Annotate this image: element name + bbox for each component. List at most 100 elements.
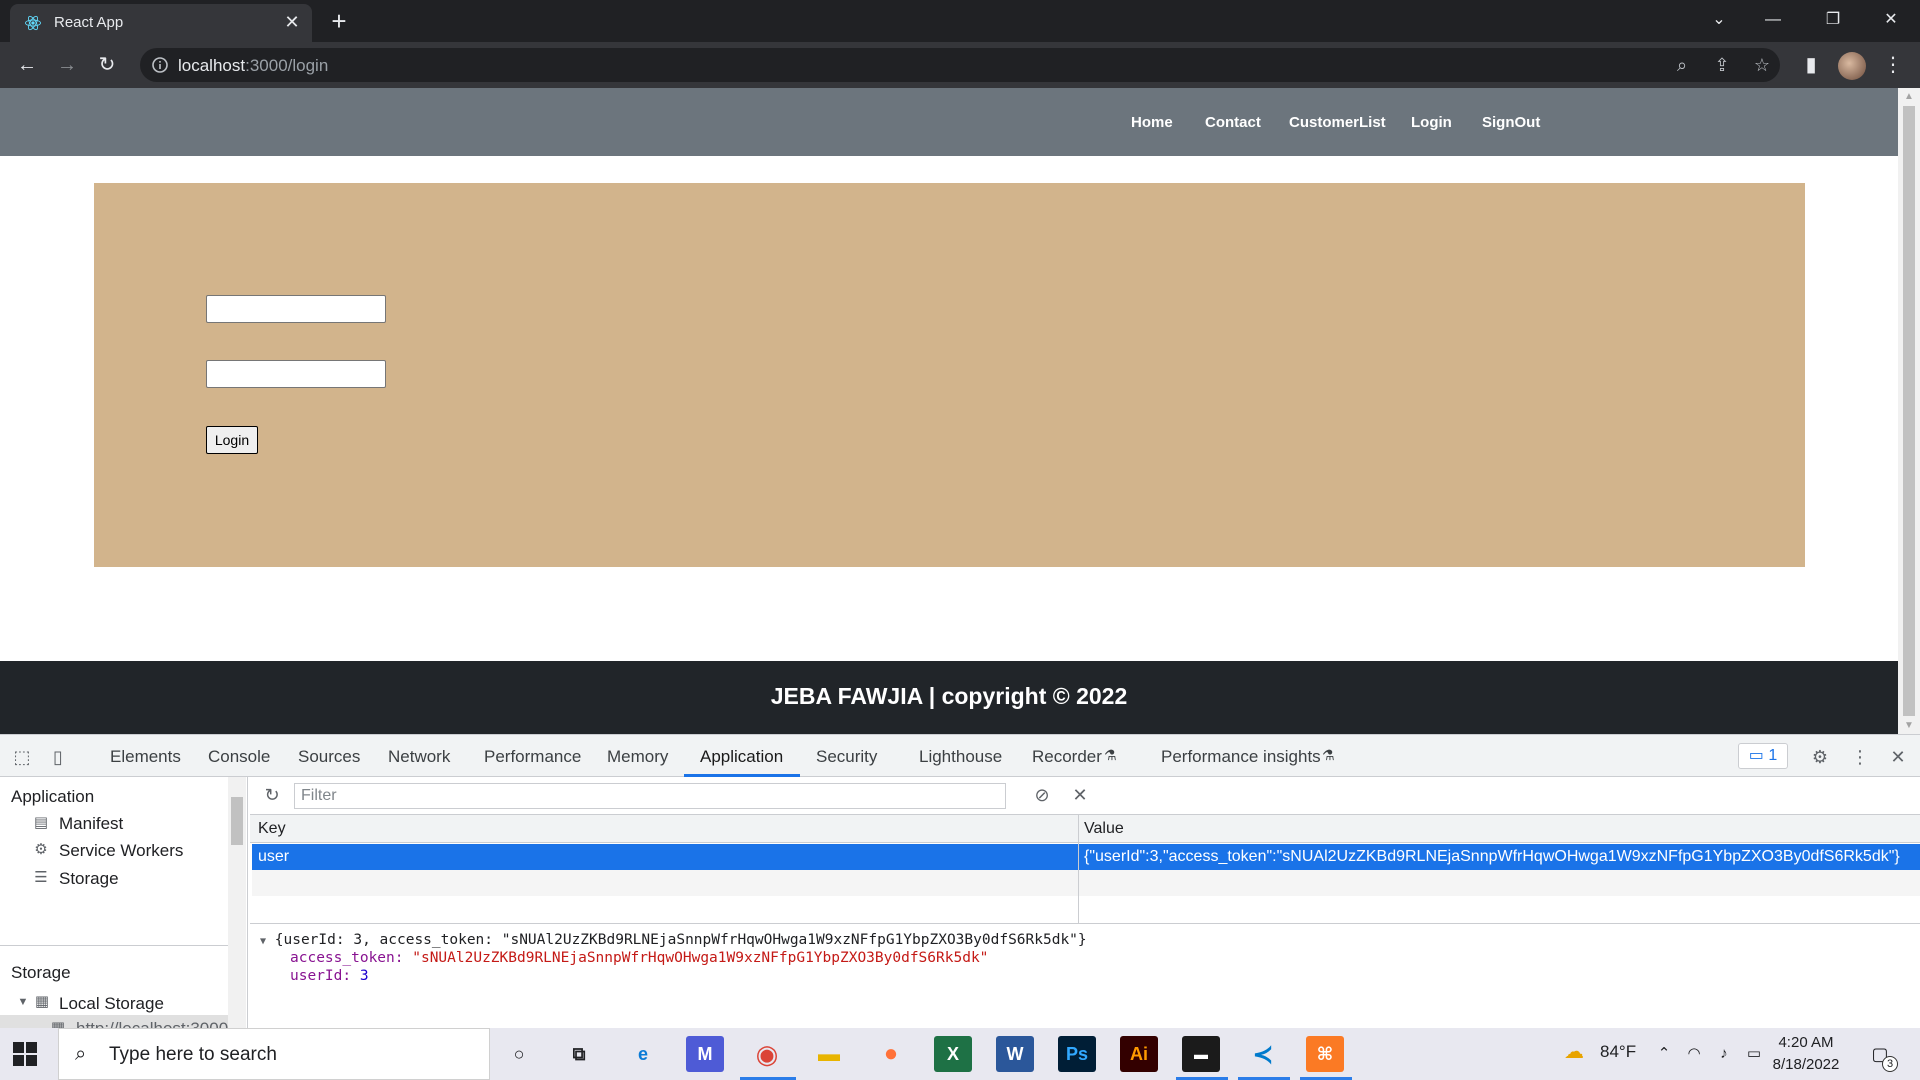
column-divider[interactable] (1078, 815, 1079, 923)
close-window-button[interactable]: ✕ (1868, 0, 1914, 40)
close-devtools-icon[interactable]: ✕ (1886, 745, 1910, 769)
cortana-icon[interactable]: ○ (500, 1036, 538, 1072)
word-icon[interactable]: W (996, 1036, 1034, 1072)
battery-icon[interactable]: ▭ (1744, 1044, 1764, 1064)
edge-icon[interactable]: e (624, 1036, 662, 1072)
tab-application[interactable]: Application (700, 747, 783, 767)
terminal-icon[interactable]: ▬ (1182, 1036, 1220, 1072)
value-preview: ▼ {userId: 3, access_token: "sNUAl2UzZKB… (250, 923, 1920, 1029)
tab-sources[interactable]: Sources (298, 747, 360, 767)
expand-triangle-icon[interactable]: ▼ (14, 993, 32, 1011)
restore-button[interactable]: ❐ (1810, 0, 1856, 40)
site-info-icon[interactable] (150, 55, 170, 75)
clock-time[interactable]: 4:20 AM (1774, 1034, 1838, 1051)
zoom-icon[interactable]: ⌕ (1672, 55, 1692, 75)
issues-badge[interactable]: ▭ 1 (1738, 743, 1788, 769)
address-bar[interactable]: localhost:3000/login ⌕ ⇪ ☆ (140, 48, 1780, 82)
chrome-icon[interactable]: ◉ (748, 1036, 786, 1072)
tab-console[interactable]: Console (208, 747, 270, 767)
filter-input[interactable] (294, 783, 1006, 809)
firefox-icon[interactable]: ● (872, 1036, 910, 1072)
reload-icon[interactable]: ↻ (94, 52, 120, 78)
new-tab-button[interactable]: + (326, 8, 352, 34)
username-input[interactable] (206, 295, 386, 323)
browser-tab-strip: React App ✕ + ⌄ — ❐ ✕ (0, 0, 1920, 42)
tab-performance-insights[interactable]: Performance insights (1161, 747, 1321, 767)
devtools-tab-bar: ⬚ ▯ Elements Console Sources Network Per… (0, 735, 1920, 777)
excel-icon[interactable]: X (934, 1036, 972, 1072)
settings-gear-icon[interactable]: ⚙ (1808, 745, 1832, 769)
taskbar-search-box[interactable]: ⌕ Type here to search (58, 1028, 490, 1080)
nav-customerlist-link[interactable]: CustomerList (1289, 114, 1386, 131)
tab-recorder[interactable]: Recorder (1032, 747, 1102, 767)
key-column-header[interactable]: Key (258, 820, 286, 838)
preview-summary-line[interactable]: ▼ {userId: 3, access_token: "sNUAl2UzZKB… (260, 932, 1087, 948)
table-grid-icon: ▦ (34, 993, 50, 1010)
task-view-icon[interactable]: ⧉ (560, 1036, 598, 1072)
sidebar-heading-storage: Storage (11, 963, 71, 982)
tab-performance[interactable]: Performance (484, 747, 581, 767)
page-scrollbar[interactable]: ▲ ▼ (1898, 88, 1920, 734)
chevron-up-icon[interactable]: ⌃ (1654, 1044, 1674, 1064)
browser-tab[interactable]: React App ✕ (10, 4, 312, 42)
tab-lighthouse[interactable]: Lighthouse (919, 747, 1002, 767)
password-input[interactable] (206, 360, 386, 388)
weather-icon[interactable]: ☁ (1564, 1042, 1584, 1062)
mathway-icon[interactable]: M (686, 1036, 724, 1072)
collapse-triangle-icon[interactable]: ▼ (260, 936, 266, 947)
sidebar-scrollbar-thumb[interactable] (231, 797, 243, 845)
forward-arrow-icon[interactable]: → (54, 52, 80, 78)
illustrator-icon[interactable]: Ai (1120, 1036, 1158, 1072)
sidebar-item-storage[interactable]: Storage (59, 869, 119, 889)
nav-signout-link[interactable]: SignOut (1482, 114, 1540, 131)
file-explorer-icon[interactable]: ▬ (810, 1036, 848, 1072)
tab-memory[interactable]: Memory (607, 747, 668, 767)
footer-text: JEBA FAWJIA | copyright © 2022 (770, 683, 1128, 709)
delete-selected-icon[interactable]: ✕ (1068, 783, 1092, 807)
sidebar-item-manifest[interactable]: Manifest (59, 814, 123, 834)
xampp-icon[interactable]: ⌘ (1306, 1036, 1344, 1072)
table-row[interactable]: user {"userId":3,"access_token":"sNUAl2U… (252, 844, 1920, 870)
url-text: localhost:3000/login (178, 56, 328, 76)
value-column-header[interactable]: Value (1084, 820, 1124, 838)
tab-elements[interactable]: Elements (110, 747, 181, 767)
side-panel-icon[interactable]: ▮ (1798, 52, 1824, 78)
clock-date[interactable]: 8/18/2022 (1770, 1056, 1842, 1073)
menu-kebab-icon[interactable]: ⋮ (1880, 52, 1906, 78)
back-arrow-icon[interactable]: ← (14, 52, 40, 78)
devtools-menu-icon[interactable]: ⋮ (1848, 745, 1872, 769)
sidebar-item-local-storage[interactable]: Local Storage (59, 994, 164, 1014)
photoshop-icon[interactable]: Ps (1058, 1036, 1096, 1072)
profile-avatar[interactable] (1838, 52, 1866, 80)
nav-contact-link[interactable]: Contact (1205, 114, 1261, 131)
page-scrollbar-thumb[interactable] (1903, 106, 1915, 716)
vscode-icon[interactable]: ≺ (1244, 1036, 1282, 1072)
scroll-up-arrow-icon[interactable]: ▲ (1903, 91, 1915, 102)
wifi-icon[interactable]: ◠ (1684, 1044, 1704, 1064)
device-toolbar-icon[interactable]: ▯ (46, 745, 70, 769)
close-tab-icon[interactable]: ✕ (282, 12, 302, 32)
flask-icon: ⚗ (1322, 747, 1335, 763)
tab-network[interactable]: Network (388, 747, 450, 767)
inspect-element-icon[interactable]: ⬚ (10, 745, 34, 769)
sidebar-item-service-workers[interactable]: Service Workers (59, 841, 183, 861)
volume-icon[interactable]: ♪ (1714, 1044, 1734, 1064)
sidebar-vertical-scrollbar[interactable] (228, 777, 246, 1029)
file-icon: ▤ (33, 814, 49, 831)
nav-login-link[interactable]: Login (1411, 114, 1452, 131)
login-button[interactable]: Login (206, 426, 258, 454)
windows-start-icon[interactable] (12, 1041, 38, 1067)
tab-security[interactable]: Security (816, 747, 877, 767)
row-value: {"userId":3,"access_token":"sNUAl2UzZKBd… (1084, 848, 1900, 865)
clear-all-icon[interactable]: ⊘ (1030, 783, 1054, 807)
bookmark-star-icon[interactable]: ☆ (1752, 55, 1772, 75)
sidebar-heading-application: Application (11, 787, 95, 806)
nav-home-link[interactable]: Home (1131, 114, 1173, 131)
scroll-down-arrow-icon[interactable]: ▼ (1903, 720, 1915, 731)
weather-temperature[interactable]: 84°F (1600, 1042, 1636, 1062)
tab-search-icon[interactable]: ⌄ (1696, 0, 1742, 40)
minimize-button[interactable]: — (1750, 0, 1796, 40)
share-icon[interactable]: ⇪ (1712, 55, 1732, 75)
refresh-icon[interactable]: ↻ (260, 783, 284, 807)
search-icon: ⌕ (75, 1043, 87, 1065)
